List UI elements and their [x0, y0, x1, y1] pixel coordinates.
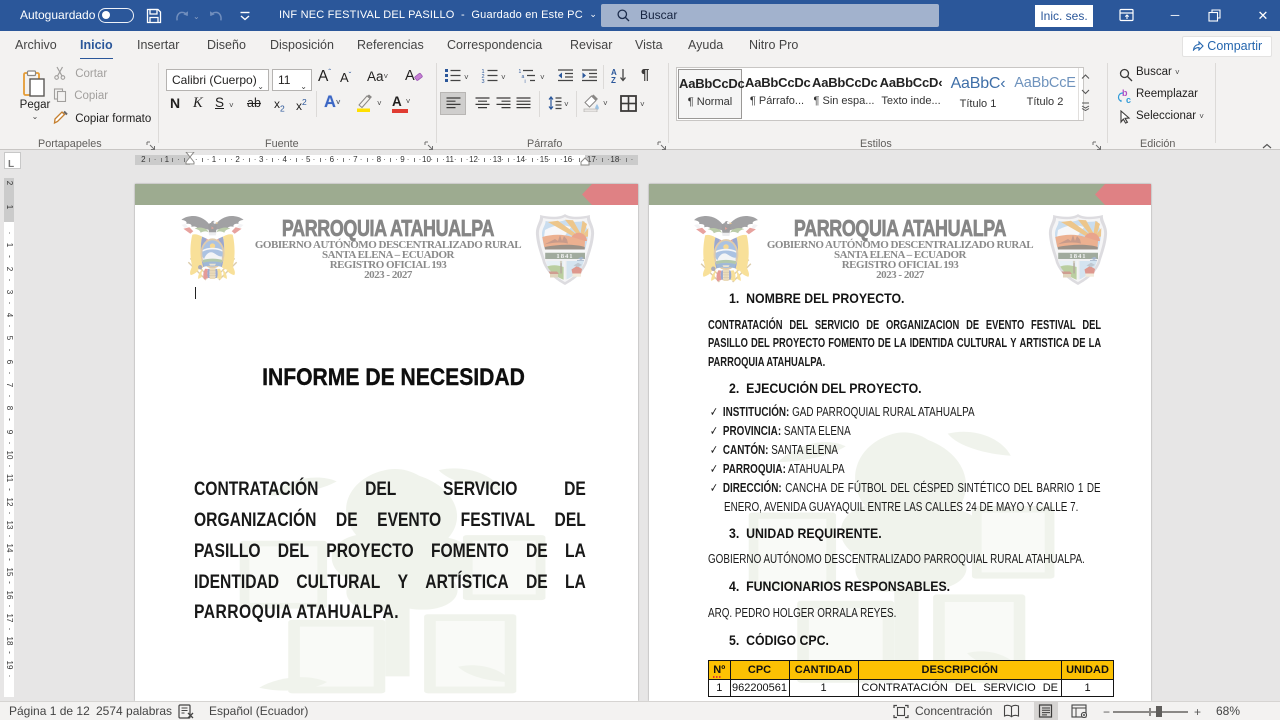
svg-text:Z: Z — [611, 76, 616, 84]
svg-text:i: i — [525, 79, 526, 83]
svg-text:3: 3 — [482, 79, 485, 83]
svg-text:c: c — [1126, 95, 1131, 104]
